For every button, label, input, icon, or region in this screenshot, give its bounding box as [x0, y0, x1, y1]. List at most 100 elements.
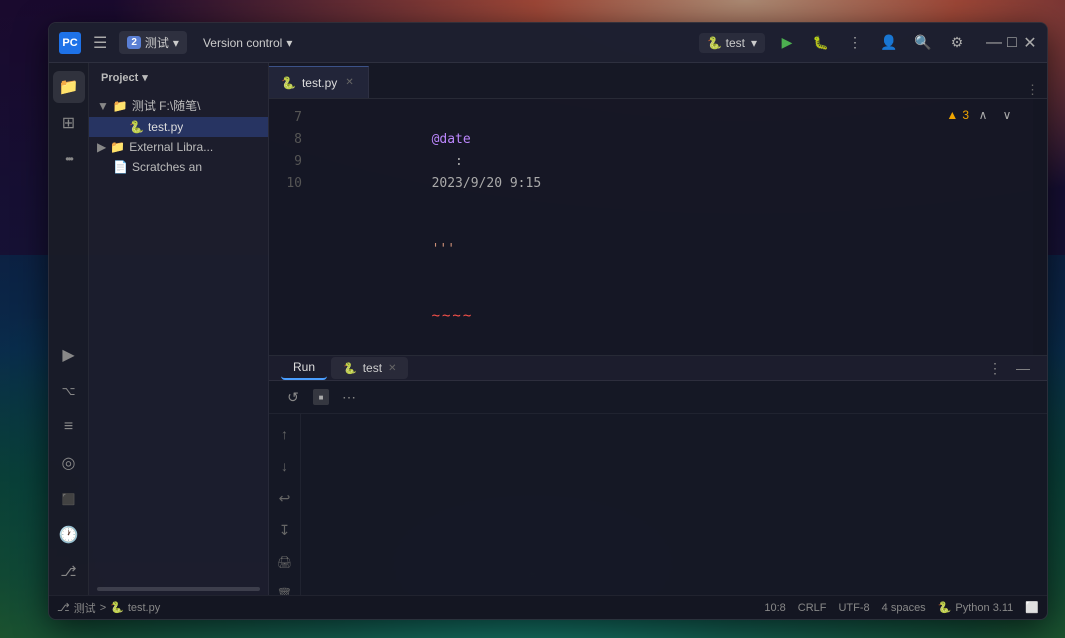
panel-tab-close-icon[interactable]: ✕: [388, 363, 396, 374]
code-separator: :: [432, 154, 471, 169]
tree-item-external-libs[interactable]: ▶ 📁 External Libra...: [89, 137, 268, 157]
tree-item-scratches-label: Scratches an: [132, 160, 202, 174]
editor-scrollbar[interactable]: [1033, 99, 1047, 355]
code-editor[interactable]: ▲ 3 ∧ ∨ 7 8 9 10: [269, 99, 1047, 355]
tree-item-scratches[interactable]: 📄 Scratches an: [89, 157, 268, 177]
sidebar-header[interactable]: Project ▾: [89, 63, 268, 92]
vcs-icon: ⎇: [60, 563, 76, 580]
status-indent-value: 4 spaces: [882, 602, 926, 614]
tree-item-root[interactable]: ▼ 📁 测试 F:\随笔\: [89, 94, 268, 117]
debug-icon: 🐛: [813, 35, 829, 51]
activity-vcs[interactable]: ⎇: [53, 555, 85, 587]
python-icon: 🐍: [938, 601, 952, 614]
minimize-button[interactable]: —: [987, 36, 1001, 50]
terminal-icon: ⬛: [62, 493, 76, 506]
status-encoding[interactable]: UTF-8: [838, 602, 869, 614]
tab-test-py-label: test.py: [302, 76, 337, 90]
panel-side-buttons: ↑ ↓ ↩ ↧ 🖨: [269, 414, 301, 595]
panel-output-area[interactable]: [301, 414, 1047, 595]
tree-item-external-libs-label: External Libra...: [129, 140, 213, 154]
tab-py-icon: 🐍: [281, 76, 296, 90]
line-numbers: 7 8 9 10: [269, 99, 314, 355]
status-share[interactable]: ⬜: [1025, 601, 1039, 614]
panel-more-toolbar-button[interactable]: ⋯: [337, 385, 361, 409]
run-button[interactable]: ▶: [773, 29, 801, 57]
warning-count: 3: [962, 108, 969, 122]
tab-close-button[interactable]: ✕: [343, 75, 355, 90]
status-line-ending[interactable]: CRLF: [798, 602, 827, 614]
run-panel-icon: ▶: [62, 345, 74, 365]
restart-icon: ↺: [287, 389, 299, 406]
activity-project[interactable]: 📁: [53, 71, 85, 103]
close-button[interactable]: ✕: [1023, 36, 1037, 50]
activity-layers[interactable]: ≡: [53, 411, 85, 443]
activity-bar: 📁 ⊞ ••• ▶ ⌥ ≡ ◎ ⬛: [49, 63, 89, 595]
panel-toolbar-more-icon: ⋯: [342, 389, 356, 406]
activity-services[interactable]: ◎: [53, 447, 85, 479]
status-indent[interactable]: 4 spaces: [882, 602, 926, 614]
code-container: 7 8 9 10 @date : 2023/9/20 9:15 ''': [269, 99, 1047, 355]
status-branch-label[interactable]: 测试: [74, 600, 96, 616]
scroll-down-button[interactable]: ↓: [273, 454, 297, 478]
panel-minimize-button[interactable]: —: [1011, 356, 1035, 380]
code-content[interactable]: @date : 2023/9/20 9:15 ''' ~~~~ input(): [314, 99, 1033, 355]
panel-more-button[interactable]: ⋮: [983, 356, 1007, 380]
scroll-end-button[interactable]: ↧: [273, 518, 297, 542]
project-arrow-icon: ▾: [173, 36, 179, 50]
tree-item-test-py[interactable]: 🐍 test.py: [89, 117, 268, 137]
line-num-8: 8: [269, 129, 302, 151]
squiggle-text: ~~~~: [432, 308, 474, 324]
share-icon: ⬜: [1025, 601, 1039, 614]
profile-button[interactable]: 👤: [875, 29, 903, 57]
maximize-button[interactable]: □: [1005, 36, 1019, 50]
vcs-selector[interactable]: Version control ▾: [195, 33, 300, 53]
profile-icon: 👤: [880, 34, 897, 51]
debug-button[interactable]: 🐛: [807, 29, 835, 57]
print-button[interactable]: 🖨: [273, 550, 297, 574]
activity-git[interactable]: ⌥: [53, 375, 85, 407]
search-icon: 🔍: [914, 34, 931, 51]
status-encoding-value: UTF-8: [838, 602, 869, 614]
editor-toolbar: ▲ 3 ∧ ∨: [946, 105, 1017, 125]
status-position[interactable]: 10:8: [764, 602, 785, 614]
tab-more-button[interactable]: ⋮: [1018, 82, 1047, 98]
services-icon: ◎: [62, 453, 76, 473]
status-python-version[interactable]: 🐍 Python 3.11: [938, 601, 1014, 614]
sidebar-scrollbar[interactable]: [97, 587, 260, 591]
panel-file-label: test: [363, 361, 382, 375]
panel-tab-run[interactable]: Run: [281, 356, 327, 380]
activity-problems[interactable]: 🕐: [53, 519, 85, 551]
more-icon: ⋮: [848, 34, 862, 51]
tab-test-py[interactable]: 🐍 test.py ✕: [269, 66, 369, 98]
plugin-icon: ⊞: [62, 113, 75, 133]
panel-more-icon: ⋮: [988, 360, 1002, 377]
more-actions-button[interactable]: ⋮: [841, 29, 869, 57]
settings-button[interactable]: ⚙: [943, 29, 971, 57]
activity-run[interactable]: ▶: [53, 339, 85, 371]
hamburger-menu[interactable]: ☰: [89, 29, 111, 57]
layers-icon: ≡: [64, 418, 73, 436]
sidebar-tree: ▼ 📁 测试 F:\随笔\ 🐍 test.py ▶ 📁 External Lib…: [89, 92, 268, 583]
restart-button[interactable]: ↺: [281, 385, 305, 409]
nav-up-button[interactable]: ∧: [973, 105, 993, 125]
scroll-end-icon: ↧: [279, 522, 291, 539]
down-arrow-icon: ↓: [281, 458, 288, 474]
clear-output-button[interactable]: 🗑: [273, 582, 297, 595]
stop-button[interactable]: ■: [313, 389, 329, 405]
expand-collapsed-icon: ▶: [97, 140, 106, 154]
wrap-lines-button[interactable]: ↩: [273, 486, 297, 510]
status-file-label[interactable]: test.py: [128, 602, 160, 614]
scroll-up-button[interactable]: ↑: [273, 422, 297, 446]
run-config-selector[interactable]: 🐍 test ▾: [699, 33, 765, 53]
status-py-icon: 🐍: [110, 601, 124, 614]
activity-more[interactable]: •••: [53, 143, 85, 175]
panel-tab-test[interactable]: 🐍 test ✕: [331, 357, 408, 379]
warning-badge[interactable]: ▲ 3: [946, 108, 969, 122]
line-num-9: 9: [269, 151, 302, 173]
search-button[interactable]: 🔍: [909, 29, 937, 57]
nav-down-button[interactable]: ∨: [997, 105, 1017, 125]
activity-terminal[interactable]: ⬛: [53, 483, 85, 515]
project-selector[interactable]: 2 测试 ▾: [119, 31, 187, 54]
activity-plugins[interactable]: ⊞: [53, 107, 85, 139]
panel-minimize-icon: —: [1016, 360, 1030, 376]
